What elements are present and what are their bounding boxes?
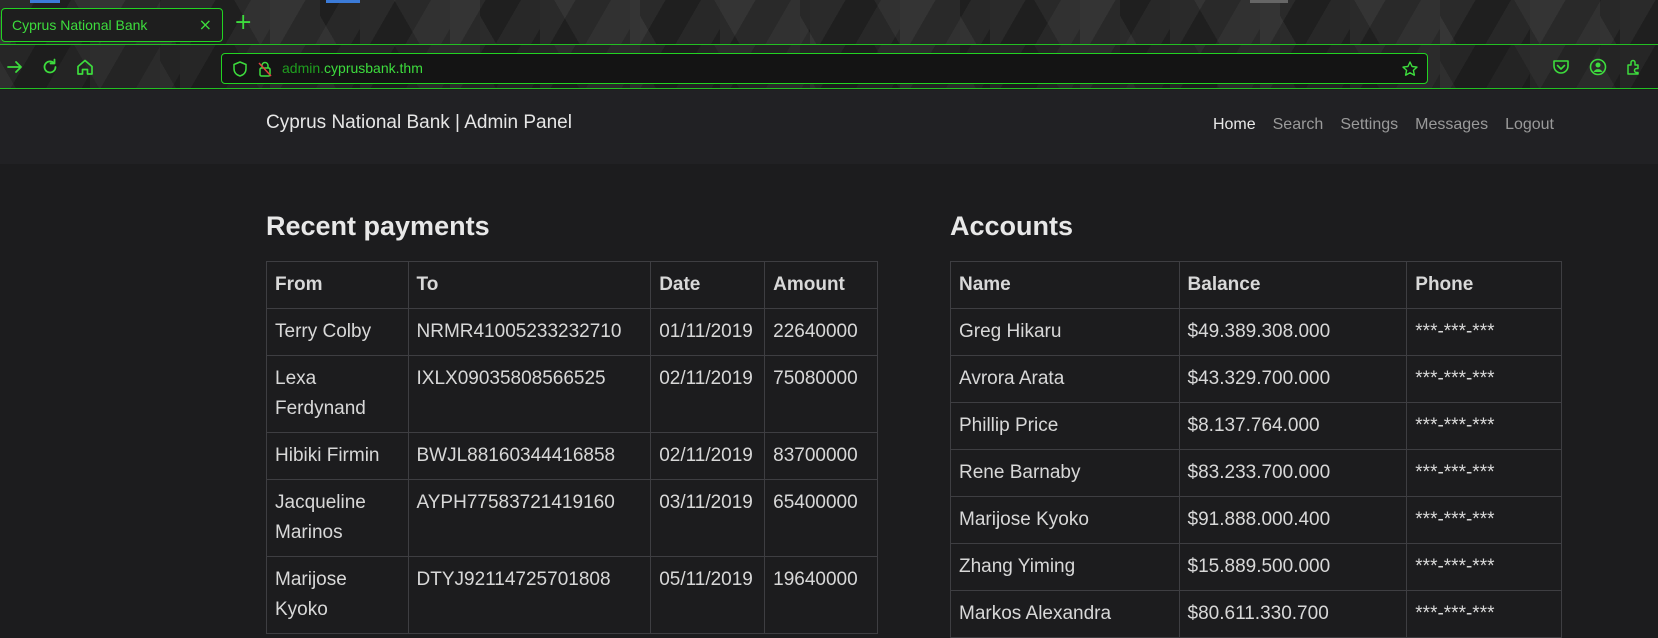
url-subdomain: admin. xyxy=(282,60,325,76)
column-header: Name xyxy=(950,261,1180,309)
account-balance: $15.889.500.000 xyxy=(1178,543,1408,591)
nav-settings[interactable]: Settings xyxy=(1340,116,1398,134)
table-header-row: Name Balance Phone xyxy=(950,261,1562,309)
table-header-row: From To Date Amount xyxy=(266,261,878,309)
account-name: Phillip Price xyxy=(950,402,1180,450)
account-phone: ***-***-*** xyxy=(1406,449,1562,497)
extensions-icon[interactable] xyxy=(1624,57,1644,77)
payment-from: Lexa Ferdynand xyxy=(266,355,409,433)
url-bar[interactable]: admin.cyprusbank.thm xyxy=(221,53,1428,84)
account-name: Greg Hikaru xyxy=(950,308,1180,356)
payment-date: 02/11/2019 xyxy=(650,432,766,480)
app-header: Cyprus National Bank | Admin Panel Home … xyxy=(0,90,1658,164)
payment-date: 01/11/2019 xyxy=(650,308,766,356)
accounts-title: Accounts xyxy=(950,211,1074,241)
table-row: Markos Alexandra $80.611.330.700 ***-***… xyxy=(950,590,1562,638)
account-balance: $83.233.700.000 xyxy=(1178,449,1408,497)
payment-amount: 65400000 xyxy=(764,479,878,557)
payment-to: BWJL88160344416858 xyxy=(407,432,652,480)
table-row: Hibiki Firmin BWJL88160344416858 02/11/2… xyxy=(266,432,878,480)
table-row: Phillip Price $8.137.764.000 ***-***-*** xyxy=(950,402,1562,450)
main-nav: Home Search Settings Messages Logout xyxy=(1196,116,1554,134)
account-balance: $8.137.764.000 xyxy=(1178,402,1408,450)
browser-tab-active[interactable]: Cyprus National Bank × xyxy=(1,8,223,42)
account-name: Zhang Yiming xyxy=(950,543,1180,591)
forward-icon[interactable] xyxy=(5,57,25,77)
column-header: To xyxy=(407,261,652,309)
payment-from: Hibiki Firmin xyxy=(266,432,409,480)
home-icon[interactable] xyxy=(75,57,95,77)
tab-strip-accent xyxy=(30,0,60,3)
pocket-icon[interactable] xyxy=(1551,57,1571,77)
payments-title: Recent payments xyxy=(266,211,490,241)
payment-amount: 19640000 xyxy=(764,556,878,634)
lock-icon[interactable] xyxy=(256,60,274,78)
payment-date: 02/11/2019 xyxy=(650,355,766,433)
table-row: Marijose Kyoko $91.888.000.400 ***-***-*… xyxy=(950,496,1562,544)
nav-messages[interactable]: Messages xyxy=(1415,116,1488,134)
column-header: Amount xyxy=(764,261,878,309)
tab-strip-accent xyxy=(1250,0,1288,3)
account-phone: ***-***-*** xyxy=(1406,308,1562,356)
payment-from: Terry Colby xyxy=(266,308,409,356)
new-tab-button[interactable]: + xyxy=(234,12,252,34)
payment-date: 05/11/2019 xyxy=(650,556,766,634)
account-phone: ***-***-*** xyxy=(1406,496,1562,544)
account-phone: ***-***-*** xyxy=(1406,402,1562,450)
nav-logout[interactable]: Logout xyxy=(1505,116,1554,134)
account-phone: ***-***-*** xyxy=(1406,355,1562,403)
payment-date: 03/11/2019 xyxy=(650,479,766,557)
account-balance: $80.611.330.700 xyxy=(1178,590,1408,638)
payment-from: Jacqueline Marinos xyxy=(266,479,409,557)
account-balance: $49.389.308.000 xyxy=(1178,308,1408,356)
tab-strip-accent xyxy=(326,0,360,3)
account-icon[interactable] xyxy=(1588,57,1608,77)
column-header: From xyxy=(266,261,409,309)
payment-to: AYPH77583721419160 xyxy=(407,479,652,557)
table-row: Rene Barnaby $83.233.700.000 ***-***-*** xyxy=(950,449,1562,497)
nav-home[interactable]: Home xyxy=(1213,116,1256,134)
close-tab-icon[interactable]: × xyxy=(199,17,212,33)
nav-search[interactable]: Search xyxy=(1273,116,1324,134)
browser-tab-title: Cyprus National Bank xyxy=(12,17,148,33)
browser-tab-bar: Cyprus National Bank × + xyxy=(0,0,1658,44)
account-name: Avrora Arata xyxy=(950,355,1180,403)
table-row: Jacqueline Marinos AYPH77583721419160 03… xyxy=(266,479,878,557)
brand-title[interactable]: Cyprus National Bank | Admin Panel xyxy=(266,112,572,134)
reload-icon[interactable] xyxy=(40,57,60,77)
accounts-table: Name Balance Phone Greg Hikaru $49.389.3… xyxy=(950,261,1562,638)
payment-amount: 83700000 xyxy=(764,432,878,480)
shield-icon[interactable] xyxy=(231,60,249,78)
payment-amount: 75080000 xyxy=(764,355,878,433)
column-header: Date xyxy=(650,261,766,309)
url-domain: cyprusbank.thm xyxy=(324,60,423,76)
payments-table: From To Date Amount Terry Colby NRMR4100… xyxy=(266,261,878,634)
payment-from: Marijose Kyoko xyxy=(266,556,409,634)
account-name: Rene Barnaby xyxy=(950,449,1180,497)
star-icon[interactable] xyxy=(1401,60,1419,78)
payment-to: NRMR41005233232710 xyxy=(407,308,652,356)
account-balance: $43.329.700.000 xyxy=(1178,355,1408,403)
column-header: Phone xyxy=(1406,261,1562,309)
browser-toolbar: admin.cyprusbank.thm xyxy=(0,44,1658,89)
account-phone: ***-***-*** xyxy=(1406,543,1562,591)
account-name: Marijose Kyoko xyxy=(950,496,1180,544)
table-row: Avrora Arata $43.329.700.000 ***-***-*** xyxy=(950,355,1562,403)
account-phone: ***-***-*** xyxy=(1406,590,1562,638)
payment-to: DTYJ92114725701808 xyxy=(407,556,652,634)
account-balance: $91.888.000.400 xyxy=(1178,496,1408,544)
table-row: Lexa Ferdynand IXLX09035808566525 02/11/… xyxy=(266,355,878,433)
payment-amount: 22640000 xyxy=(764,308,878,356)
table-row: Greg Hikaru $49.389.308.000 ***-***-*** xyxy=(950,308,1562,356)
column-header: Balance xyxy=(1178,261,1408,309)
url-text[interactable]: admin.cyprusbank.thm xyxy=(282,60,423,76)
account-name: Markos Alexandra xyxy=(950,590,1180,638)
payment-to: IXLX09035808566525 xyxy=(407,355,652,433)
table-row: Marijose Kyoko DTYJ92114725701808 05/11/… xyxy=(266,556,878,634)
table-row: Terry Colby NRMR41005233232710 01/11/201… xyxy=(266,308,878,356)
table-row: Zhang Yiming $15.889.500.000 ***-***-*** xyxy=(950,543,1562,591)
